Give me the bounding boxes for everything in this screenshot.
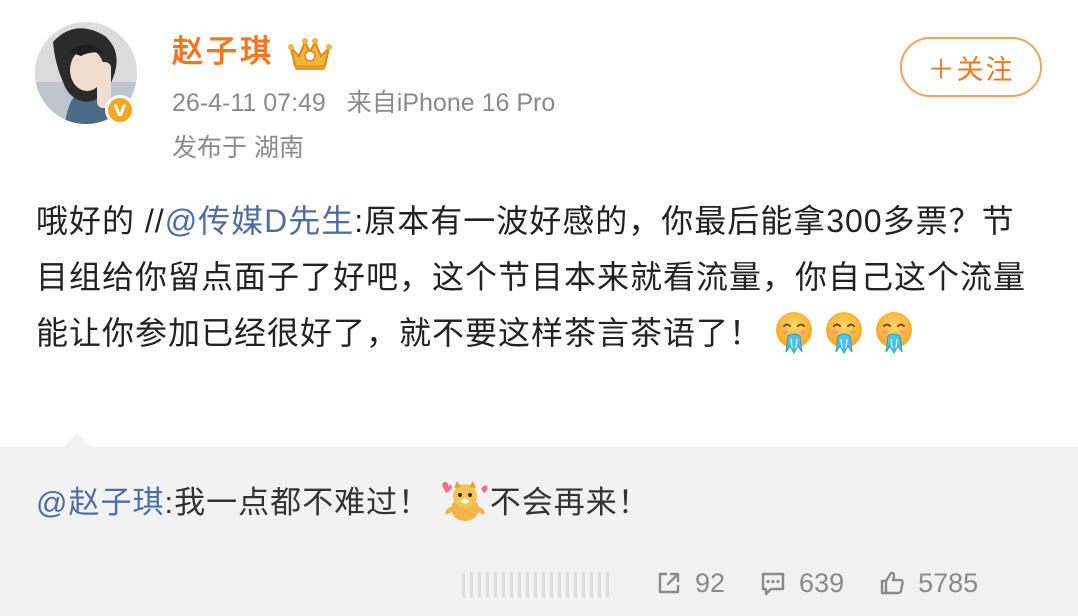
- vomit-emoji: [875, 312, 912, 354]
- thumbs-up-icon: [880, 571, 904, 595]
- post-prefix: 哦好的 //: [36, 203, 165, 239]
- hug-dog-emoji: [441, 481, 488, 521]
- post-meta: 26-4-11 07:49 来自iPhone 16 Pro: [172, 88, 555, 118]
- post-body: 哦好的 //@传媒D先生:原本有一波好感的，你最后能拿300多票？节目组给你留点…: [36, 193, 1046, 361]
- repost-mention-link[interactable]: @赵子琪: [36, 485, 164, 520]
- verified-badge-icon: V: [105, 95, 135, 125]
- follow-button[interactable]: ＋关注: [900, 37, 1042, 97]
- like-button[interactable]: 5785: [878, 568, 978, 599]
- comment-icon: [761, 572, 785, 596]
- vomit-emoji: [775, 312, 812, 354]
- share-count: 92: [695, 567, 726, 598]
- share-button[interactable]: 92: [655, 568, 725, 599]
- vomit-emoji: [825, 312, 862, 354]
- mention-link[interactable]: @传媒D先生: [165, 203, 355, 239]
- source: 来自iPhone 16 Pro: [346, 89, 556, 117]
- post-header: V 赵子琪 26-4-11 07:49 来自iPhone 16 Pro 发布于 …: [0, 0, 1078, 180]
- location: 发布于 湖南: [172, 134, 304, 162]
- repost-text-after: 不会再来！: [489, 485, 650, 520]
- emoji-row: [772, 312, 922, 354]
- repost-text-before: :我一点都不难过！: [164, 485, 431, 520]
- repost-arrow: [62, 433, 92, 448]
- repost-content: @赵子琪:我一点都不难过！ 不会再来！: [36, 478, 650, 528]
- username[interactable]: 赵子琪: [172, 30, 274, 74]
- blurred-watermark: [462, 572, 612, 598]
- like-count: 5785: [918, 567, 979, 598]
- timestamp: 26-4-11 07:49: [172, 89, 326, 117]
- action-bar: 92 639 5785: [655, 563, 978, 603]
- comment-button[interactable]: 639: [759, 568, 844, 599]
- share-icon: [658, 572, 680, 594]
- crown-icon: [288, 38, 332, 70]
- comment-count: 639: [799, 567, 845, 598]
